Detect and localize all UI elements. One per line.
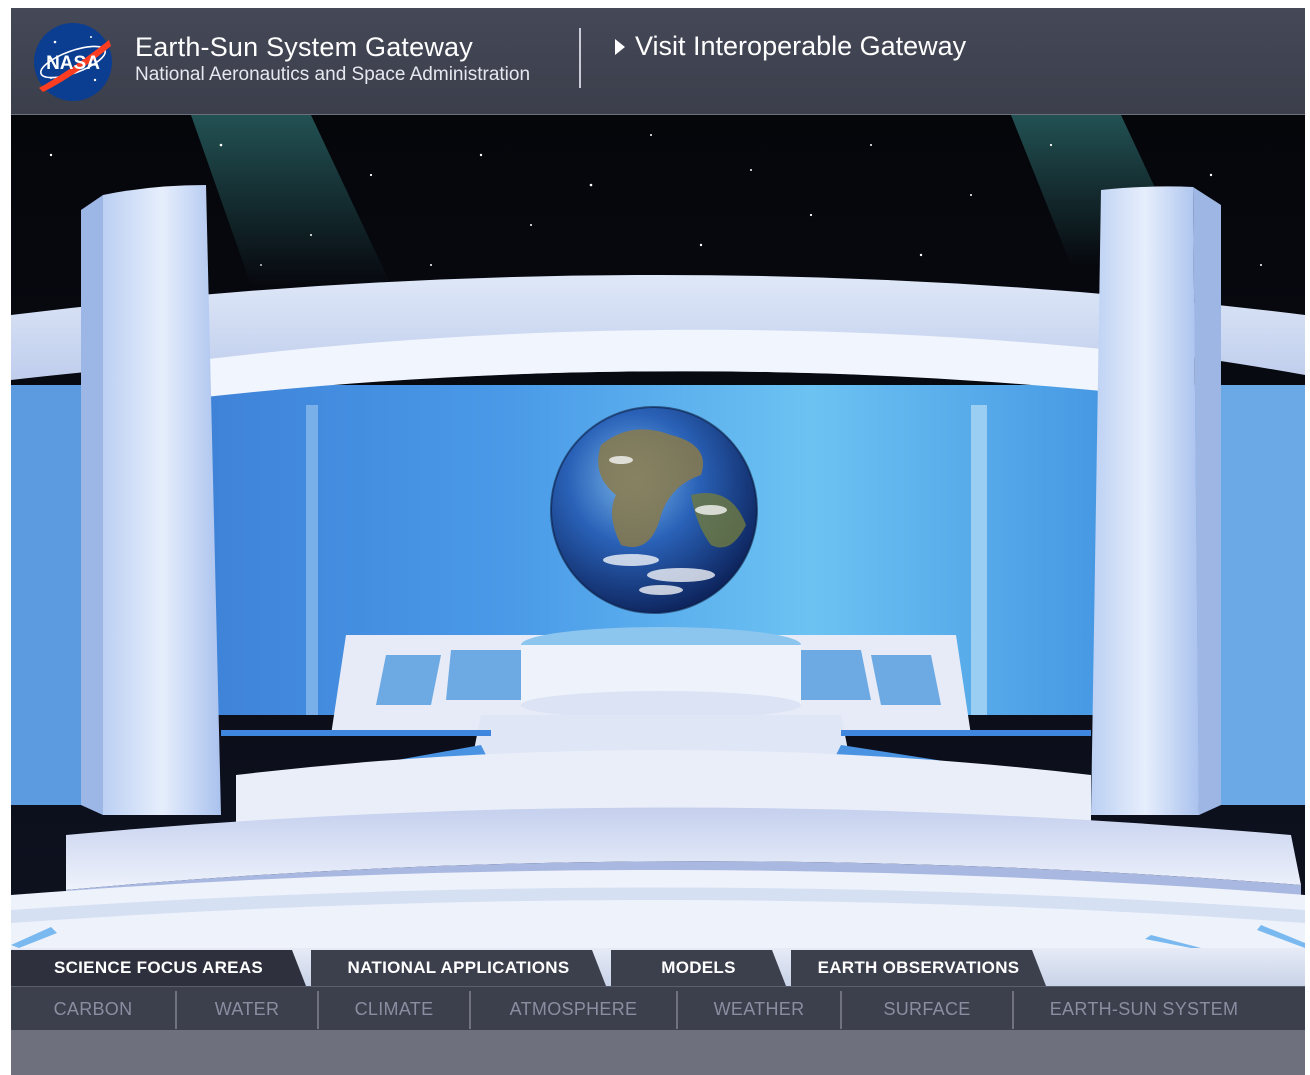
tab-earth-observations[interactable]: EARTH OBSERVATIONS <box>791 950 1046 986</box>
page-frame: NASA Earth-Sun System Gateway National A… <box>11 8 1305 1075</box>
subnav-atmosphere[interactable]: ATMOSPHERE <box>471 987 676 1031</box>
nasa-logo[interactable]: NASA <box>33 22 113 102</box>
visit-interoperable-gateway-link[interactable]: Visit Interoperable Gateway <box>615 31 966 62</box>
tab-models[interactable]: MODELS <box>611 950 786 986</box>
tab-science-focus-areas[interactable]: SCIENCE FOCUS AREAS <box>11 950 306 986</box>
subnav-water[interactable]: WATER <box>177 987 317 1031</box>
site-title: Earth-Sun System Gateway <box>135 32 473 62</box>
footer-strip <box>11 1030 1305 1075</box>
earth-scene-hero <box>11 115 1305 948</box>
subnav-weather[interactable]: WEATHER <box>678 987 840 1031</box>
site-subtitle: National Aeronautics and Space Administr… <box>135 64 531 85</box>
subnav-earth-sun-system[interactable]: EARTH-SUN SYSTEM <box>1014 987 1274 1031</box>
visit-link-label: Visit Interoperable Gateway <box>635 31 967 61</box>
site-header: NASA Earth-Sun System Gateway National A… <box>11 8 1305 115</box>
subnav-surface[interactable]: SURFACE <box>842 987 1012 1031</box>
tab-national-applications[interactable]: NATIONAL APPLICATIONS <box>311 950 606 986</box>
subnav-carbon[interactable]: CARBON <box>11 987 175 1031</box>
header-divider <box>579 28 581 88</box>
subnav-climate[interactable]: CLIMATE <box>319 987 469 1031</box>
science-subnav: CARBON WATER CLIMATE ATMOSPHERE WEATHER … <box>11 986 1305 1031</box>
svg-text:NASA: NASA <box>46 53 100 74</box>
play-arrow-icon <box>615 38 625 55</box>
primary-tabs: SCIENCE FOCUS AREAS NATIONAL APPLICATION… <box>11 948 1305 986</box>
